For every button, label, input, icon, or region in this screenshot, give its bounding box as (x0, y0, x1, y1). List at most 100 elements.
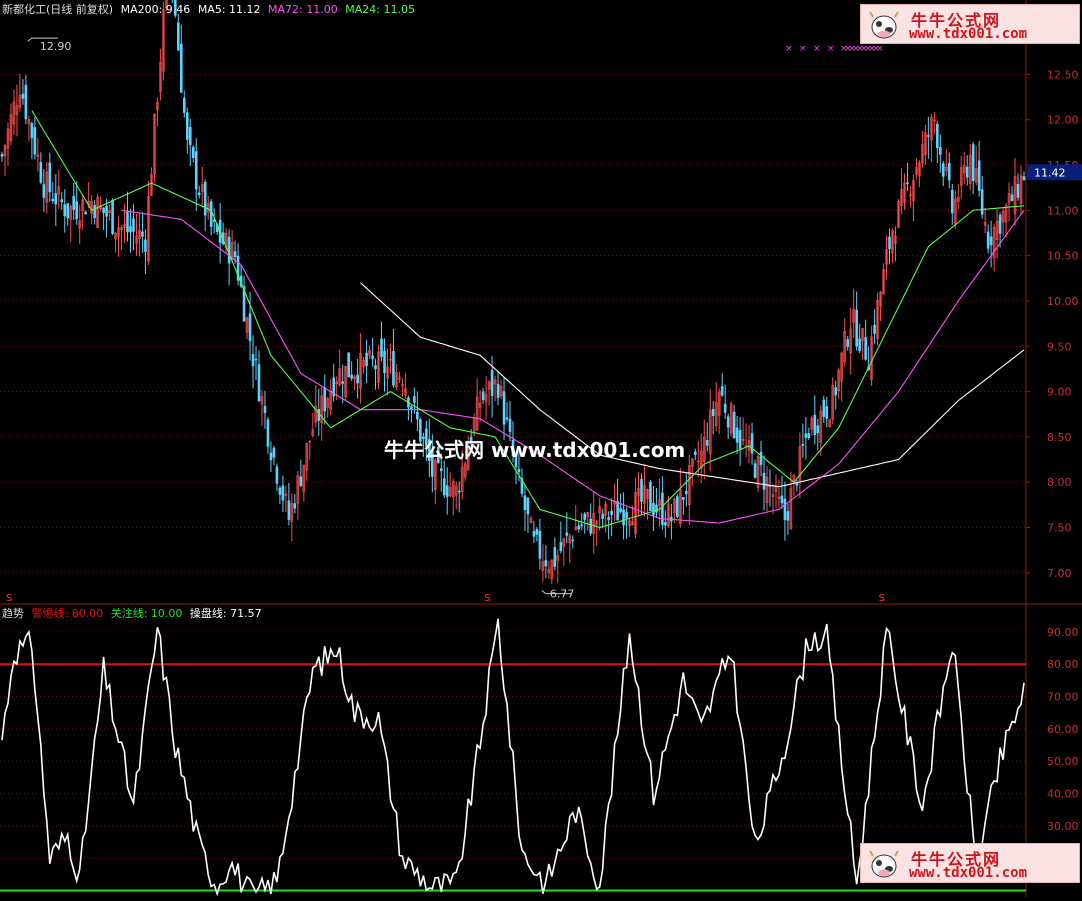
candle-body (365, 352, 368, 367)
candle-body (813, 414, 817, 436)
candle-body (989, 236, 993, 246)
ma72-label: MA72: 11.00 (268, 3, 338, 16)
signal-x-marker: × (827, 44, 835, 54)
candle-body (535, 529, 539, 535)
price-tick-label: 7.00 (1047, 567, 1072, 580)
candle-body (622, 509, 625, 526)
candle-body (227, 236, 231, 264)
candle-body (693, 451, 697, 456)
candle-body (209, 201, 213, 227)
price-tick-label: 8.50 (1047, 431, 1072, 444)
candle-body (888, 236, 891, 250)
indicator-tick-label: 40.00 (1047, 788, 1079, 801)
candle-body (998, 214, 1002, 234)
candle-body (526, 497, 530, 515)
price-tick-label: 10.00 (1047, 295, 1079, 308)
candle-body (732, 411, 736, 438)
candle-body (445, 485, 449, 497)
candle-body (0, 153, 4, 157)
price-tick-label: 9.00 (1047, 386, 1072, 399)
candle-body (661, 492, 664, 525)
candle-body (263, 405, 267, 413)
candle-body (111, 200, 114, 234)
candle-body (341, 381, 344, 384)
price-tick-label: 11.00 (1047, 204, 1079, 217)
candle-body (971, 144, 975, 181)
candle-body (652, 502, 655, 516)
candle-body (48, 162, 52, 193)
logo-url: www.tdx001.com (909, 26, 1028, 42)
candle-body (936, 123, 939, 149)
signal-x-marker: × (876, 44, 884, 54)
candle-body (439, 468, 443, 472)
candle-body (559, 542, 563, 552)
candle-body (750, 433, 754, 454)
candle-body (640, 478, 643, 502)
candle-body (203, 181, 207, 216)
candle-body (676, 496, 679, 517)
indicator-header: 趋势 警惕线: 80.00 关注线: 10.00 操盘线: 71.57 (2, 607, 262, 621)
candle-body (141, 231, 144, 237)
candle-body (977, 160, 981, 191)
candle-body (762, 473, 766, 490)
candle-body (735, 427, 739, 443)
candle-body (42, 184, 46, 198)
candle-body (939, 147, 942, 155)
logo-url: www.tdx001.com (909, 865, 1028, 881)
candle-body (84, 211, 87, 215)
candle-body (858, 338, 861, 351)
candle-body (616, 501, 619, 521)
candle-body (410, 406, 413, 410)
price-tick-label: 8.00 (1047, 476, 1072, 489)
candle-body (664, 522, 667, 526)
op-line-label: 操盘线: 71.57 (189, 607, 262, 620)
candle-body (416, 411, 419, 420)
price-tick-label: 10.50 (1047, 250, 1079, 263)
sell-signal-marker: S (879, 593, 885, 604)
indicator-tick-label: 50.00 (1047, 755, 1079, 768)
candle-body (786, 511, 790, 521)
candle-body (1010, 194, 1014, 202)
low-annotation-label: 6.77 (550, 588, 575, 601)
candle-body (822, 399, 826, 417)
warn-line-label: 警惕线: 80.00 (31, 607, 104, 620)
candle-body (413, 396, 416, 403)
candle-body (51, 198, 55, 202)
candle-body (682, 496, 685, 500)
candle-body (753, 463, 757, 478)
candle-body (502, 391, 506, 425)
candle-body (783, 498, 787, 521)
candle-body (846, 339, 849, 347)
candle-body (801, 444, 805, 446)
candle-body (233, 251, 237, 258)
sell-signal-marker: S (484, 593, 490, 604)
stock-title: 新都化工(日线 前复权) (2, 3, 114, 16)
high-annotation-label: 12.90 (40, 40, 72, 53)
candle-body (266, 419, 270, 447)
candle-body (323, 387, 327, 412)
candle-body (496, 383, 500, 398)
price-tick-label: 9.50 (1047, 340, 1072, 353)
candle-body (129, 226, 132, 233)
watermark-text: 牛牛公式网 www.tdx001.com (384, 438, 686, 462)
candle-body (855, 309, 858, 347)
site-logo-bottom: 牛牛公式网 www.tdx001.com (860, 843, 1080, 883)
indicator-name: 趋势 (2, 607, 24, 620)
candle-body (780, 495, 784, 504)
candle-body (965, 166, 969, 178)
candle-body (583, 513, 587, 520)
candle-body (927, 135, 930, 137)
candle-body (54, 193, 58, 205)
candle-body (63, 204, 67, 217)
header-bar: 新都化工(日线 前复权) MA200: 9.46 MA5: 11.12 MA72… (2, 3, 415, 17)
candle-body (93, 205, 96, 219)
candle-body (371, 355, 374, 360)
candle-body (248, 313, 252, 342)
candle-body (759, 451, 763, 465)
candle-body (126, 211, 129, 233)
candle-body (177, 22, 180, 51)
candle-body (804, 433, 808, 438)
candle-body (105, 206, 108, 217)
candle-body (102, 207, 105, 214)
candle-body (553, 547, 557, 567)
